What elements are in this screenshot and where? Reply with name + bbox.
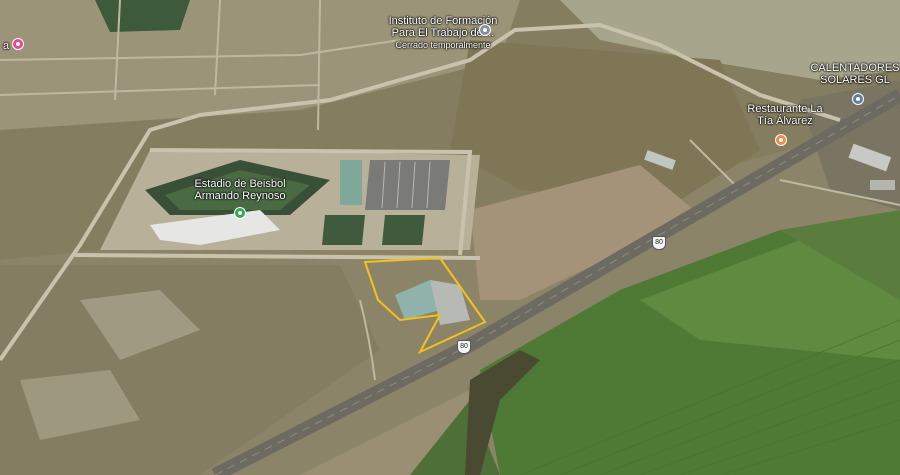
label-estadio[interactable]: Estadio de Beisbol Armando Reynoso <box>180 178 300 202</box>
highway-number: 80 <box>460 343 468 350</box>
map-pin-icon[interactable] <box>852 93 864 105</box>
label-left-edge[interactable]: a <box>0 40 12 52</box>
instituto-status: Cerrado temporalmente <box>395 40 491 50</box>
calentadores-name-line2: SOLARES GL <box>820 74 890 86</box>
satellite-imagery <box>0 0 900 475</box>
label-calentadores[interactable]: CALENTADORES SOLARES GL <box>810 62 900 86</box>
calentadores-name: CALENTADORES <box>810 62 900 74</box>
estadio-name: Estadio de Beisbol <box>194 178 286 190</box>
restaurante-name-line2: Tía Álvarez <box>757 115 813 127</box>
left-edge-name: a <box>2 40 10 52</box>
map-pin-icon[interactable] <box>775 134 787 146</box>
label-instituto[interactable]: Instituto de Formación Para El Trabajo d… <box>368 15 518 51</box>
highway-number: 80 <box>655 239 663 246</box>
map-pin-icon[interactable] <box>479 24 491 36</box>
highway-shield-icon: 80 <box>457 340 471 354</box>
restaurante-name: Restaurante La <box>747 103 823 115</box>
map-pin-icon[interactable] <box>12 38 24 50</box>
satellite-map[interactable]: Instituto de Formación Para El Trabajo d… <box>0 0 900 475</box>
map-pin-icon[interactable] <box>234 207 246 219</box>
label-restaurante[interactable]: Restaurante La Tía Álvarez <box>740 103 830 127</box>
estadio-name-line2: Armando Reynoso <box>194 190 286 202</box>
highway-shield-icon: 80 <box>652 236 666 250</box>
